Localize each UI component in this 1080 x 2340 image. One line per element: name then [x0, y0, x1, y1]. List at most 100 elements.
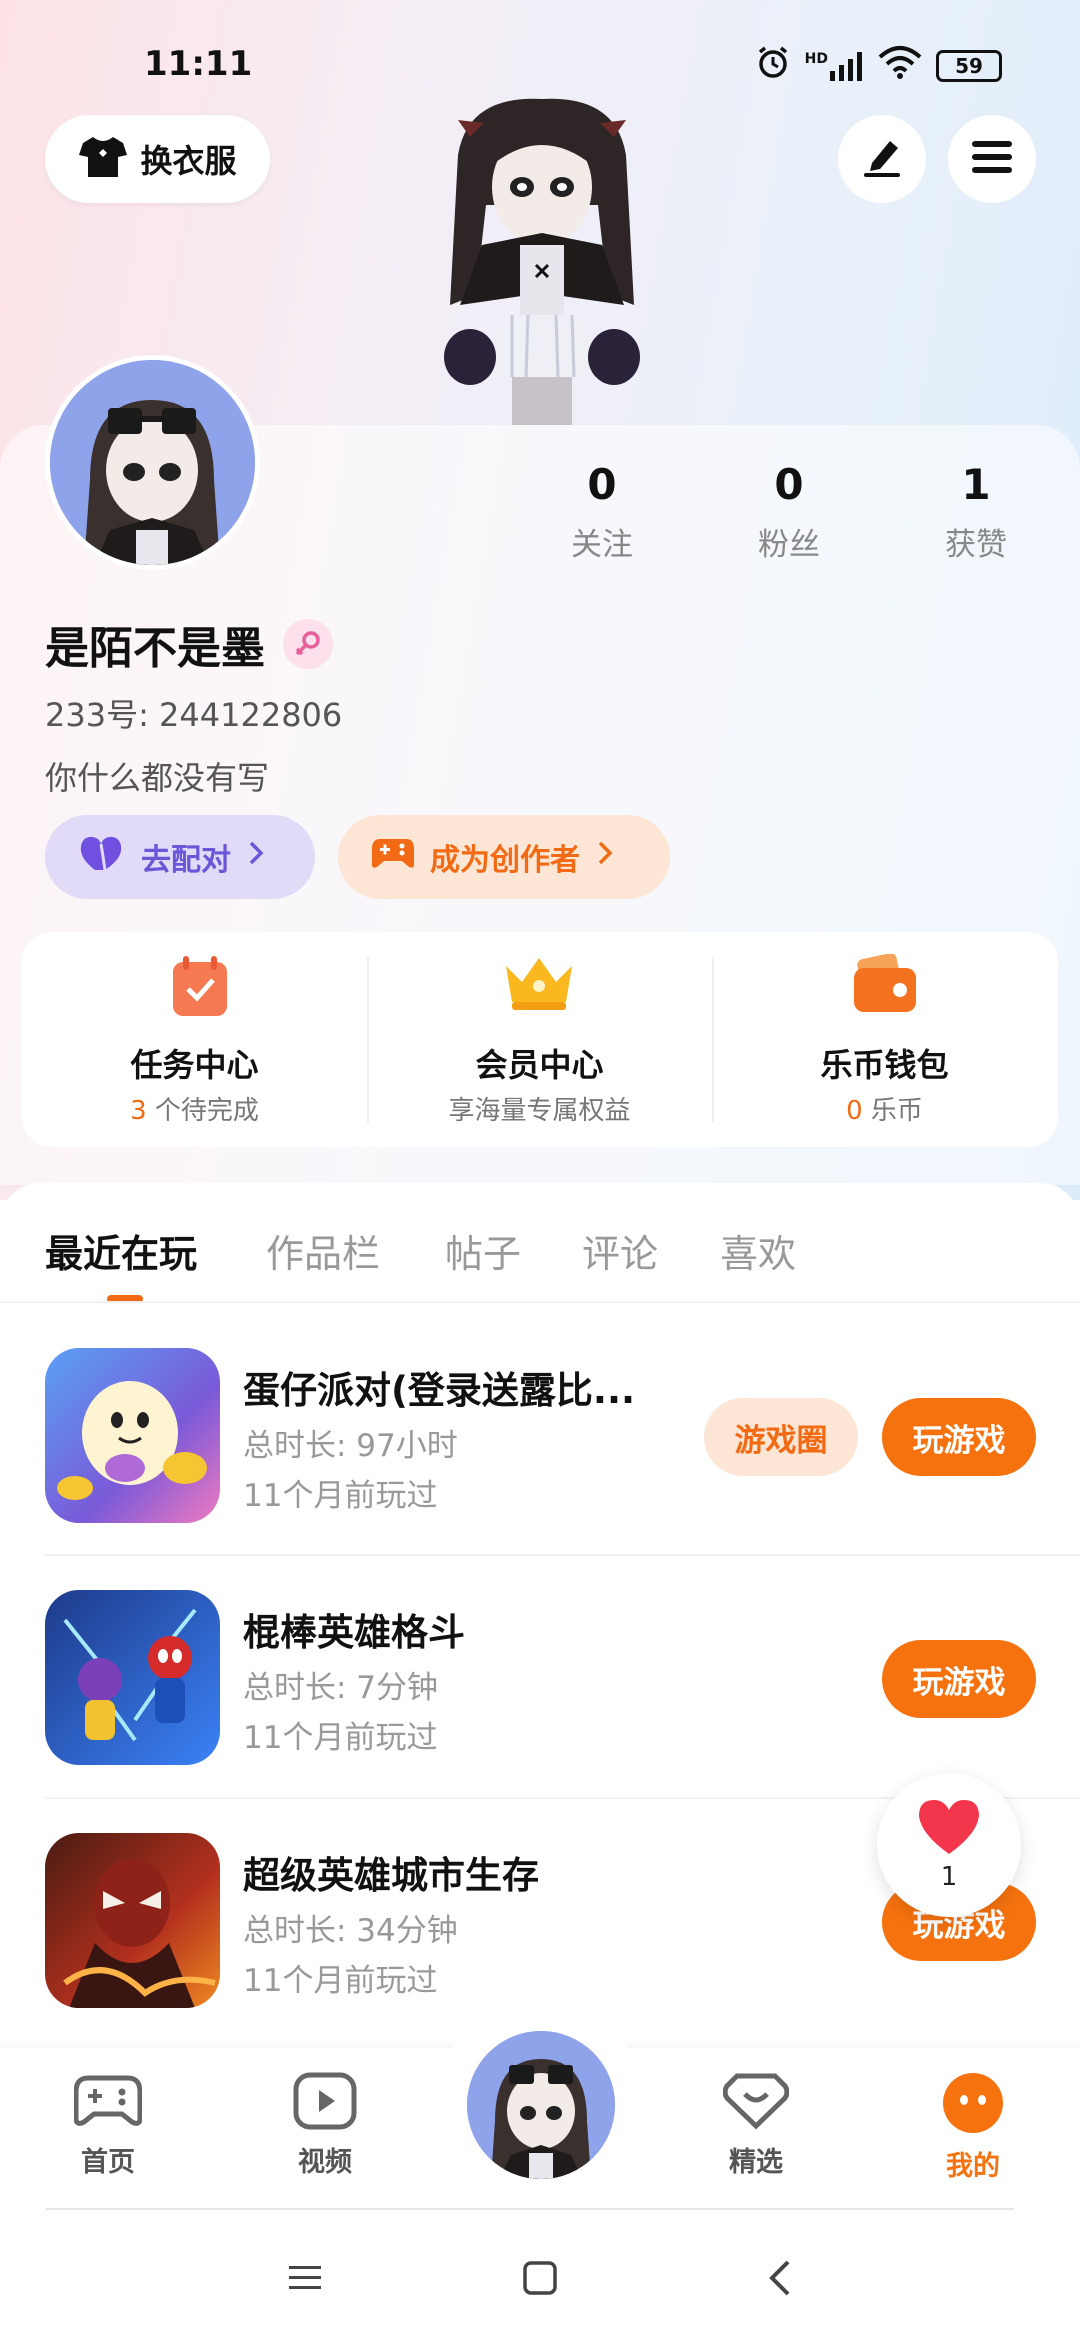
home-button[interactable]: [515, 2255, 565, 2305]
gamepad-icon: [372, 835, 414, 879]
tab-posts[interactable]: 帖子: [445, 1223, 521, 1278]
task-count: 3: [130, 1096, 147, 1126]
task-sub-text: 个待完成: [146, 1096, 259, 1126]
coin-balance: 0: [846, 1096, 863, 1126]
become-creator-button[interactable]: 成为创作者: [338, 815, 670, 899]
change-outfit-button[interactable]: 换衣服: [45, 115, 270, 203]
content-tabs: 最近在玩 作品栏 帖子 评论 喜欢: [0, 1183, 1080, 1303]
quick-actions-card: 任务中心 3 个待完成 会员中心 享海量专属权益 乐币钱包 0 乐币: [22, 932, 1058, 1147]
creator-label: 成为创作者: [430, 843, 580, 878]
tshirt-icon: [78, 135, 128, 183]
alarm-icon: [755, 44, 791, 87]
battery-icon: 59: [936, 49, 1002, 82]
nav-center-avatar[interactable]: [461, 2025, 621, 2185]
stat-followers[interactable]: 0 粉丝: [709, 460, 869, 564]
play-game-button[interactable]: 玩游戏: [882, 1398, 1036, 1476]
female-gender-icon: [283, 619, 333, 669]
play-game-button[interactable]: 玩游戏: [882, 1640, 1036, 1718]
game-circle-button[interactable]: 游戏圈: [704, 1398, 858, 1476]
pen-icon: [860, 135, 904, 183]
signal-icon: HD: [805, 51, 864, 81]
calendar-check-icon: [171, 954, 229, 1022]
home-square-icon: [522, 2260, 558, 2300]
network-type-label: HD: [804, 50, 828, 67]
stat-following[interactable]: 0 关注: [522, 460, 682, 564]
gamepad-icon: [73, 2075, 143, 2134]
heart-badge-icon: [722, 2073, 790, 2134]
wallet-item[interactable]: 乐币钱包 0 乐币: [712, 932, 1057, 1147]
divider: [45, 1554, 1080, 1556]
game-last-played: 11个月前玩过: [243, 1720, 438, 1756]
task-center-sub: 3 个待完成: [22, 1090, 367, 1127]
following-label: 关注: [571, 527, 633, 563]
game-last-played: 11个月前玩过: [243, 1963, 438, 1999]
game-duration: 总时长: 7分钟: [243, 1670, 439, 1706]
menu-icon: [970, 137, 1014, 181]
game-name: 蛋仔派对(登录送露比...: [243, 1369, 636, 1412]
game-name: 超级英雄城市生存: [243, 1854, 539, 1897]
game-last-played: 11个月前玩过: [243, 1478, 438, 1514]
stat-likes[interactable]: 1 获赞: [896, 460, 1056, 564]
nav-mine-label: 我的: [946, 2151, 1000, 2182]
like-count: 1: [940, 1862, 958, 1892]
bio-text[interactable]: 你什么都没有写: [45, 753, 269, 799]
wifi-icon: [878, 45, 922, 86]
avatar-image: [50, 360, 255, 565]
match-button[interactable]: 去配对: [45, 815, 315, 899]
wallet-sub-text: 乐币: [862, 1096, 923, 1126]
tab-comments[interactable]: 评论: [582, 1223, 658, 1278]
nav-featured[interactable]: 精选: [676, 2072, 836, 2179]
nav-video[interactable]: 视频: [245, 2072, 405, 2179]
following-count: 0: [587, 460, 617, 509]
game-duration: 总时长: 97小时: [243, 1428, 458, 1464]
followers-label: 粉丝: [758, 527, 820, 563]
game-icon-superhero-city: [45, 1833, 220, 2008]
task-center-title: 任务中心: [130, 1046, 259, 1084]
vip-center-item[interactable]: 会员中心 享海量专属权益: [367, 932, 712, 1147]
nav-mine[interactable]: 我的: [893, 2072, 1053, 2183]
back-chevron-icon: [768, 2258, 792, 2302]
nickname: 是陌不是墨: [45, 623, 265, 674]
nav-video-label: 视频: [298, 2147, 352, 2178]
menu-button[interactable]: [948, 115, 1036, 203]
vip-sub-text: 享海量专属权益: [448, 1096, 631, 1126]
game-icon-eggy-party: [45, 1348, 220, 1523]
game-icon-stick-hero: [45, 1590, 220, 1765]
nav-home[interactable]: 首页: [28, 2072, 188, 2179]
nickname-row: 是陌不是墨: [45, 612, 333, 676]
wallet-title: 乐币钱包: [820, 1046, 949, 1084]
match-label: 去配对: [141, 843, 231, 878]
status-icons: HD 59: [755, 44, 1002, 87]
nav-featured-label: 精选: [729, 2147, 783, 2178]
divider: [0, 1301, 1080, 1303]
chevron-right-icon: [596, 839, 614, 875]
likes-label: 获赞: [945, 527, 1007, 563]
task-center-item[interactable]: 任务中心 3 个待完成: [22, 932, 367, 1147]
status-time: 11:11: [144, 44, 253, 84]
followers-count: 0: [774, 460, 804, 509]
recent-apps-button[interactable]: [280, 2255, 330, 2305]
heart-icon: [917, 1798, 981, 1860]
profile-face-icon: [942, 2073, 1004, 2138]
game-duration: 总时长: 34分钟: [243, 1913, 458, 1949]
heart-pair-icon: [79, 834, 125, 880]
user-id: 233号: 244122806: [45, 696, 343, 734]
recents-icon: [287, 2263, 323, 2297]
likes-count: 1: [961, 460, 991, 509]
floating-like-button[interactable]: 1: [877, 1773, 1021, 1917]
avatar[interactable]: [45, 355, 260, 570]
game-name: 棍棒英雄格斗: [243, 1611, 465, 1654]
tab-recently-played[interactable]: 最近在玩: [45, 1223, 197, 1278]
vip-center-sub: 享海量专属权益: [367, 1090, 712, 1127]
tab-likes[interactable]: 喜欢: [720, 1223, 796, 1278]
wallet-sub: 0 乐币: [712, 1090, 1057, 1127]
vip-center-title: 会员中心: [475, 1046, 604, 1084]
back-button[interactable]: [755, 2255, 805, 2305]
nav-home-label: 首页: [81, 2147, 135, 2178]
edit-profile-button[interactable]: [838, 115, 926, 203]
avatar-3d-figure[interactable]: [428, 95, 656, 425]
change-outfit-label: 换衣服: [140, 142, 237, 180]
tab-works[interactable]: 作品栏: [266, 1223, 380, 1278]
video-icon: [293, 2072, 357, 2134]
nav-avatar-image: [467, 2031, 615, 2179]
